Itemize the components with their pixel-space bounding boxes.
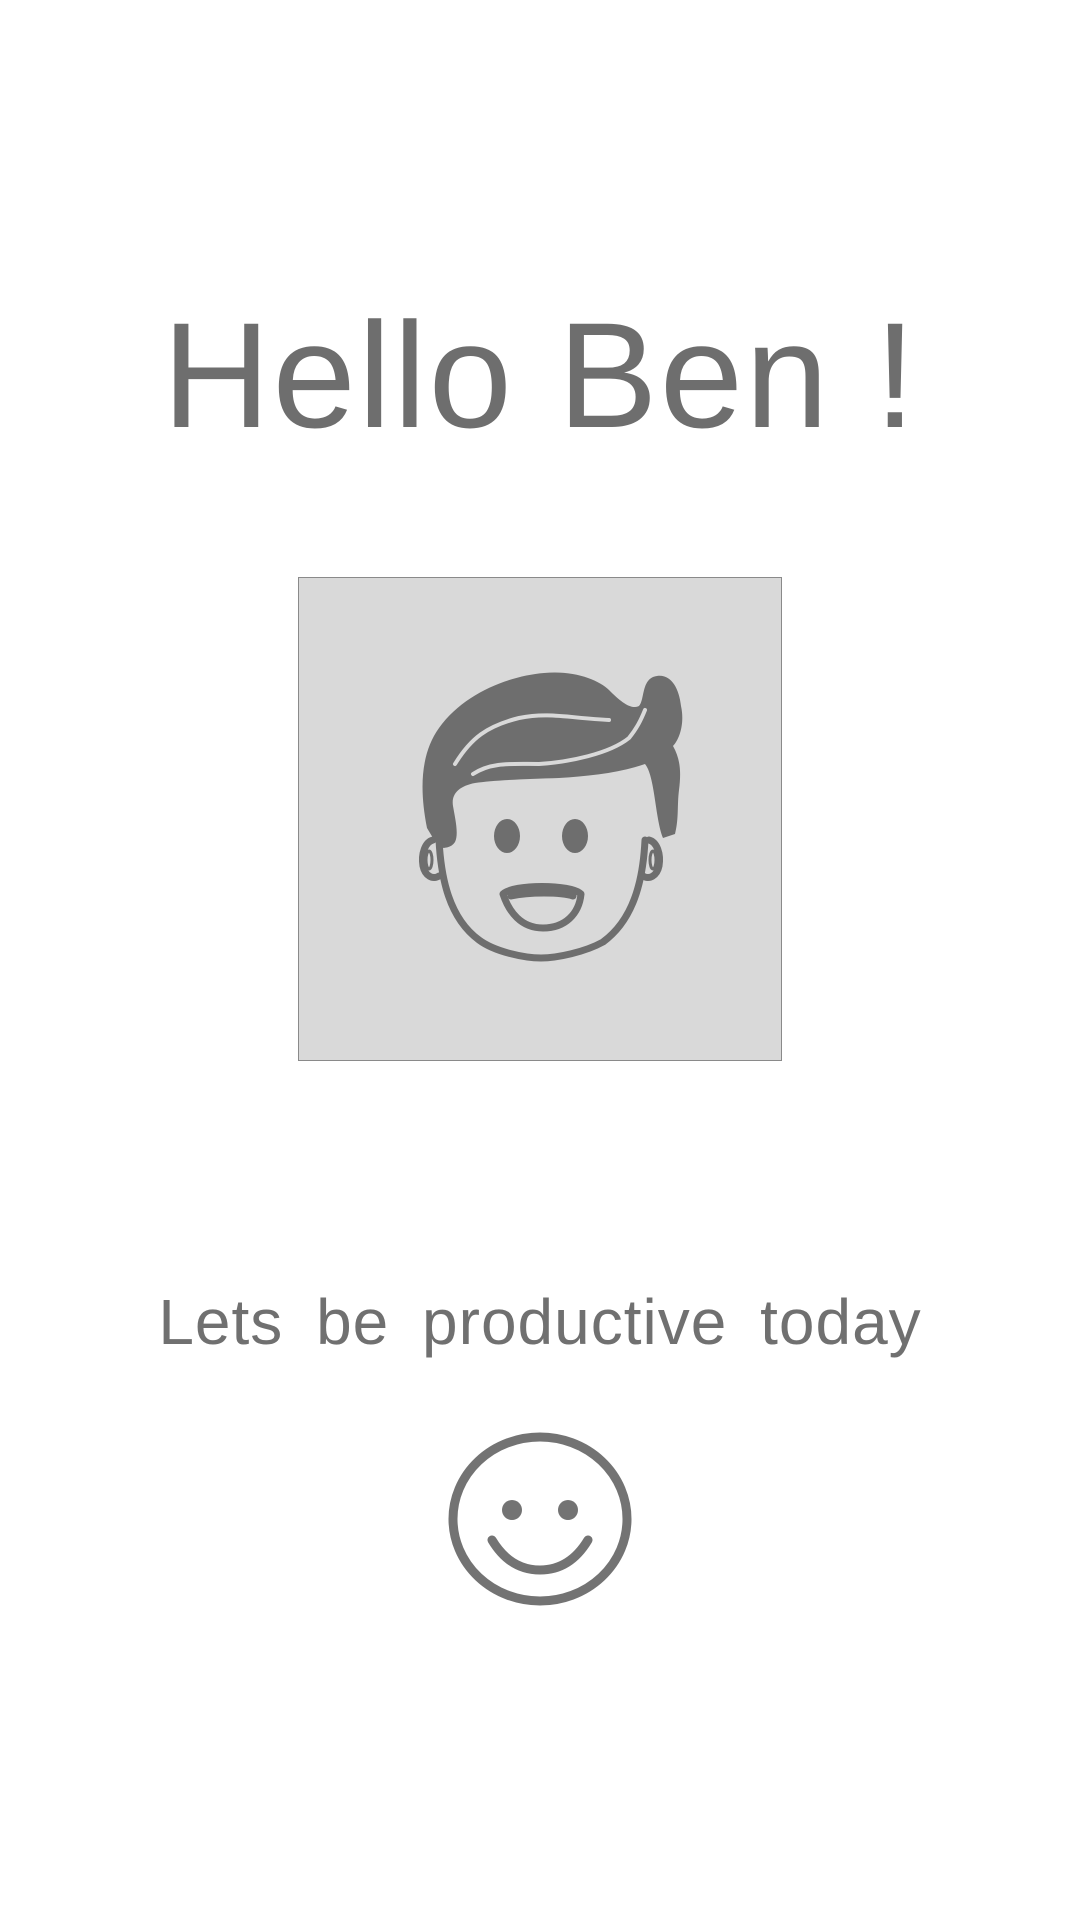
tagline-text: Lets be productive today [158,1286,922,1358]
welcome-screen: Hello Ben ! Lets be productive today [0,0,1080,1920]
male-avatar-face-icon [419,672,683,962]
smiley-face-icon [448,1432,632,1606]
greeting-title: Hello Ben ! [162,291,918,459]
avatar[interactable] [298,577,782,1061]
